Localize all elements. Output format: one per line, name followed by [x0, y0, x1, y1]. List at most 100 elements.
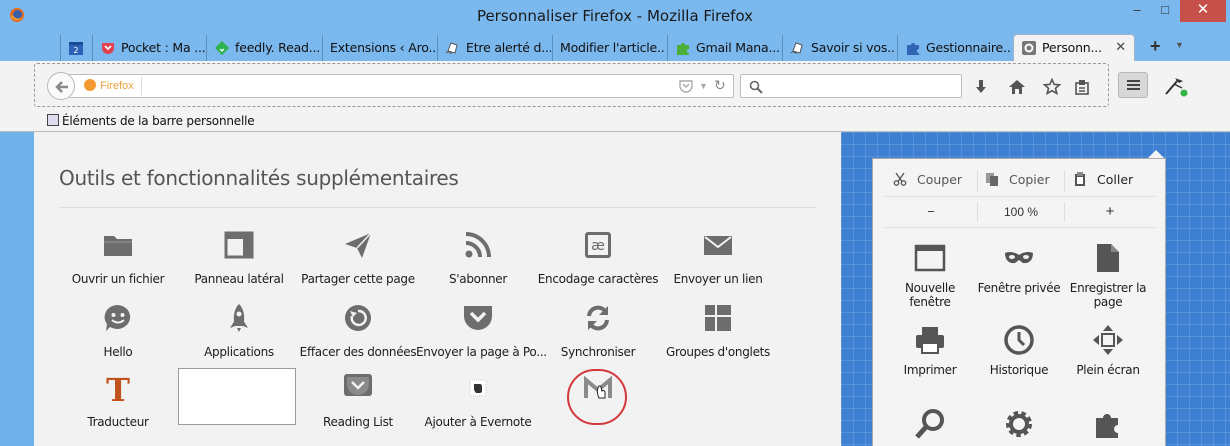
tab-label: Savoir si vos... — [811, 40, 896, 55]
bookmarks-menu-icon[interactable] — [1073, 78, 1091, 96]
panel-item-print[interactable]: Imprimer — [885, 324, 975, 377]
tab-calendar[interactable]: 2 — [60, 35, 90, 61]
svg-text:2: 2 — [74, 46, 79, 55]
email-icon — [704, 236, 732, 255]
panel-item-find[interactable] — [885, 408, 975, 440]
sync-icon — [587, 305, 609, 331]
panel-item-private-window[interactable]: Fenêtre privée — [974, 242, 1064, 295]
svg-text:T: T — [106, 372, 130, 404]
bookmark-star-icon[interactable] — [1043, 78, 1061, 96]
palette-item-subscribe[interactable]: S'abonner — [416, 229, 540, 286]
back-button[interactable] — [47, 72, 75, 100]
tab-label: Modifier l'article... — [560, 40, 666, 55]
palette-item-pocket[interactable]: Envoyer la page à Po... — [416, 302, 547, 359]
tab-label: Gmail Mana... — [696, 40, 780, 55]
tab-modifier-article[interactable]: Modifier l'article... — [552, 35, 666, 61]
zoom-in-button[interactable]: + — [1065, 201, 1155, 223]
tab-etre-alerte[interactable]: Etre alerté d... — [437, 35, 551, 61]
palette-item-translator[interactable]: T Traducteur — [56, 372, 180, 429]
url-history-dropdown-icon[interactable]: ▼ — [699, 81, 708, 91]
panel-item-label: Enregistrer la page — [1069, 281, 1147, 309]
panel-item-label: Fenêtre privée — [977, 281, 1061, 295]
panel-item-new-window[interactable]: Nouvelle fenêtre — [885, 242, 975, 309]
sidebar-icon — [224, 231, 254, 259]
developer-tools-icon[interactable] — [1162, 74, 1190, 98]
navigation-toolbar: Firefox ▼ ↻ — [0, 61, 1230, 110]
rss-icon — [465, 232, 491, 258]
tab-feedly[interactable]: feedly. Read... — [206, 35, 321, 61]
zoom-reset-button[interactable]: 100 % — [978, 201, 1064, 223]
home-icon[interactable] — [1008, 78, 1026, 96]
title-bar: Personnaliser Firefox - Mozilla Firefox … — [0, 0, 1230, 31]
folder-icon — [104, 236, 132, 256]
close-tab-icon[interactable]: ✕ — [1115, 35, 1126, 60]
empty-palette-slot — [178, 368, 296, 425]
palette-item-evernote[interactable]: Ajouter à Evernote — [416, 372, 540, 429]
palette-item-label: Traducteur — [87, 415, 149, 429]
search-input[interactable] — [740, 74, 962, 98]
close-window-button[interactable]: ✕ — [1180, 0, 1226, 22]
translator-icon: T — [106, 372, 130, 404]
reload-icon[interactable]: ↻ — [714, 77, 726, 94]
panel-item-options[interactable] — [974, 408, 1064, 440]
fullscreen-icon — [1093, 325, 1123, 355]
history-icon — [1004, 325, 1034, 355]
palette-item-email-link[interactable]: Envoyer un lien — [656, 229, 780, 286]
tab-personnaliser[interactable]: Personn... ✕ — [1013, 34, 1135, 62]
bookmarks-toolbar: Éléments de la barre personnelle — [0, 110, 1230, 132]
tab-list-button[interactable]: ▼ — [1175, 40, 1184, 50]
panel-item-save-page[interactable]: Enregistrer la page — [1063, 242, 1153, 309]
download-icon[interactable] — [972, 78, 990, 96]
palette-item-sync[interactable]: Synchroniser — [536, 302, 660, 359]
new-tab-button[interactable]: + — [1150, 36, 1161, 57]
private-mask-icon — [1005, 251, 1033, 264]
tab-gestionnaire[interactable]: Gestionnaire... — [897, 35, 1012, 61]
tab-gmail-manager[interactable]: Gmail Mana... — [667, 35, 781, 61]
palette-item-sidebar[interactable]: Panneau latéral — [177, 229, 301, 286]
scissors-icon — [893, 172, 907, 186]
zoom-out-button[interactable]: − — [886, 201, 976, 223]
palette-item-open-file[interactable]: Ouvrir un fichier — [56, 229, 180, 286]
maximize-button[interactable]: □ — [1152, 0, 1178, 22]
pocket-icon — [464, 306, 492, 330]
panel-item-history[interactable]: Historique — [974, 324, 1064, 377]
tab-savoir-si-vos[interactable]: Savoir si vos... — [782, 35, 896, 61]
feedly-icon — [215, 41, 229, 55]
palette-item-encoding[interactable]: æ Encodage caractères — [536, 229, 660, 286]
tab-label: Extensions ‹ Aro... — [330, 40, 436, 55]
palette-item-label: Synchroniser — [560, 345, 636, 359]
page-icon — [790, 42, 803, 55]
palette-item-label: Panneau latéral — [194, 272, 284, 286]
palette-divider — [59, 207, 817, 208]
minimize-button[interactable]: – — [1124, 0, 1150, 22]
cut-label: Couper — [917, 172, 963, 187]
window-title: Personnaliser Firefox - Mozilla Firefox — [476, 7, 754, 25]
panel-item-fullscreen[interactable]: Plein écran — [1063, 324, 1153, 377]
tab-pocket[interactable]: Pocket : Ma ... — [92, 35, 205, 61]
palette-item-label: Partager cette page — [301, 272, 415, 286]
palette-item-reading-list[interactable]: Reading List — [296, 372, 420, 429]
copy-label: Copier — [1009, 172, 1050, 187]
tab-extensions[interactable]: Extensions ‹ Aro... — [322, 35, 436, 61]
palette-item-share[interactable]: Partager cette page — [296, 229, 420, 286]
cut-button[interactable]: Couper — [893, 169, 962, 191]
search-icon — [749, 80, 763, 94]
copy-button[interactable]: Copier — [985, 169, 1050, 191]
tab-label: Etre alerté d... — [466, 40, 551, 55]
site-identity[interactable]: Firefox — [84, 79, 134, 92]
palette-item-forget[interactable]: Effacer des données — [296, 302, 420, 359]
open-menu-button[interactable] — [1118, 72, 1148, 98]
url-divider — [141, 77, 142, 95]
url-bar[interactable] — [62, 74, 734, 98]
back-arrow-icon — [55, 81, 68, 93]
gear-icon — [1022, 41, 1036, 55]
palette-item-tab-groups[interactable]: Groupes d'onglets — [656, 302, 780, 359]
palette-item-applications[interactable]: Applications — [177, 302, 301, 359]
tab-label: Personn... — [1042, 40, 1102, 55]
panel-item-addons[interactable] — [1063, 408, 1153, 440]
palette-item-hello[interactable]: Hello — [56, 302, 180, 359]
panel-item-label: Imprimer — [903, 363, 957, 377]
pocket-icon[interactable] — [679, 79, 693, 93]
palette-item-label: Encodage caractères — [537, 272, 659, 286]
paste-button[interactable]: Coller — [1073, 169, 1133, 191]
